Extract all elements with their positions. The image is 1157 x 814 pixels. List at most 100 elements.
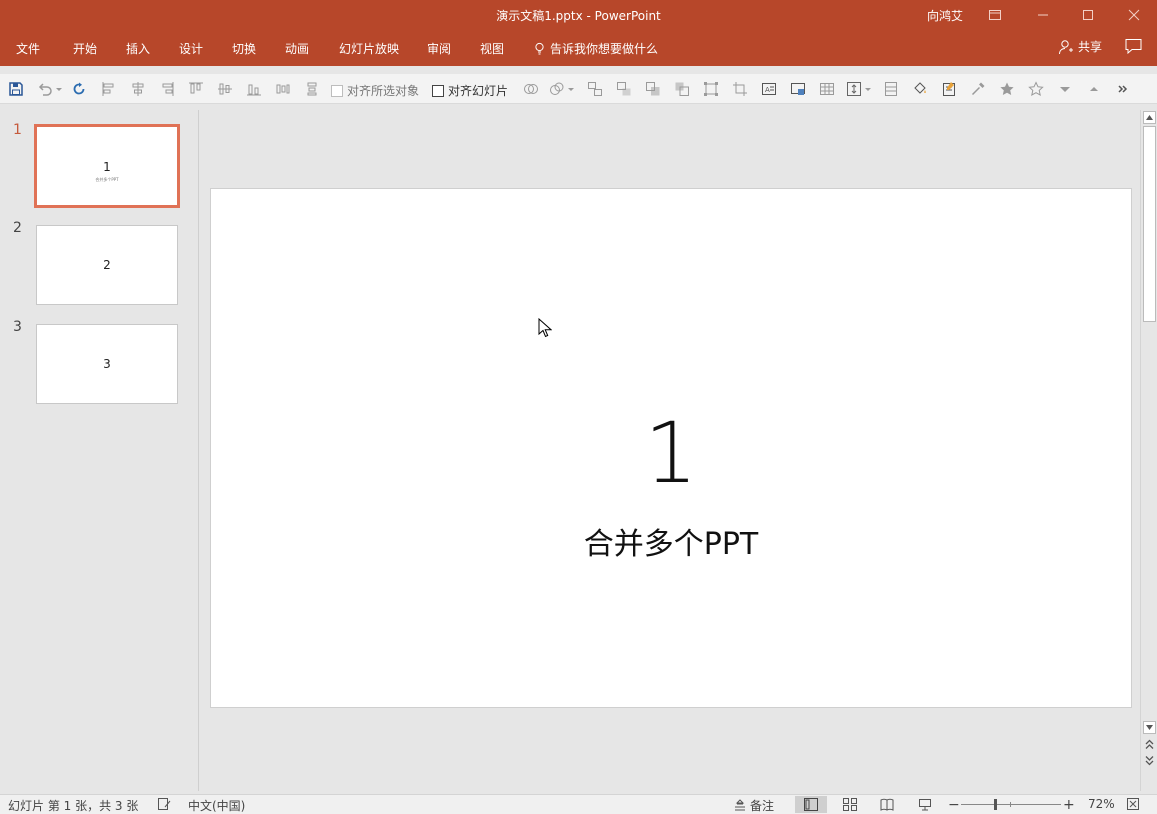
user-name[interactable]: 向鸿艾 (927, 7, 963, 24)
maximize-icon (1083, 10, 1093, 20)
slide-title-placeholder[interactable]: 1 (211, 411, 1131, 495)
scroll-down-button[interactable] (1143, 721, 1156, 734)
next-slide-button[interactable] (1144, 755, 1155, 766)
move-up-button[interactable] (1085, 80, 1103, 98)
bring-forward-icon (646, 82, 660, 96)
status-bar: 幻灯片 第 1 张，共 3 张 中文(中国) 备注 − + 72% (0, 794, 1157, 814)
slideshow-view-button[interactable] (909, 796, 941, 813)
person-icon (1059, 39, 1073, 54)
send-backward-button[interactable] (673, 80, 691, 98)
accessibility-check-button[interactable] (157, 797, 171, 811)
align-middle-button[interactable] (216, 80, 234, 98)
ribbon-display-options-button[interactable] (972, 0, 1018, 30)
maximize-button[interactable] (1065, 0, 1111, 30)
notes-page-button[interactable] (940, 80, 958, 98)
crop-button[interactable] (731, 80, 749, 98)
group-button[interactable] (586, 80, 604, 98)
notes-button[interactable]: 备注 (733, 797, 774, 814)
scroll-up-button[interactable] (1143, 111, 1156, 124)
align-top-button[interactable] (187, 80, 205, 98)
title-bar: 演示文稿1.pptx - PowerPoint 向鸿艾 (0, 0, 1157, 30)
zoom-slider-thumb[interactable] (993, 799, 997, 810)
tab-review[interactable]: 审阅 (427, 40, 451, 57)
bring-forward-button[interactable] (644, 80, 662, 98)
move-down-button[interactable] (1056, 80, 1074, 98)
insert-picture-button[interactable] (789, 80, 807, 98)
scroll-thumb[interactable] (1143, 126, 1156, 322)
tab-home[interactable]: 开始 (73, 40, 97, 57)
selection-pane-button[interactable] (702, 80, 720, 98)
align-selected-objects-checkbox[interactable]: 对齐所选对象 (331, 82, 419, 99)
align-left-button[interactable] (100, 80, 118, 98)
layout-button[interactable] (882, 80, 900, 98)
picture-icon (791, 83, 805, 95)
slide-thumbnail-1[interactable]: 1 合并多个PPT (34, 124, 180, 208)
slide-thumbnail-2[interactable]: 2 (36, 225, 178, 305)
share-label: 共享 (1078, 40, 1103, 54)
shape-fill-button[interactable] (911, 80, 929, 98)
presentation-icon (919, 799, 931, 811)
align-selected-objects-label: 对齐所选对象 (347, 84, 420, 98)
tell-me-search[interactable]: 告诉我你想要做什么 (533, 40, 658, 57)
shape-merge-button[interactable] (522, 80, 540, 98)
language-indicator[interactable]: 中文(中国) (188, 797, 245, 814)
distribute-horizontally-button[interactable] (274, 80, 292, 98)
tab-design[interactable]: 设计 (179, 40, 203, 57)
slide-canvas[interactable]: 1 合并多个PPT (210, 188, 1132, 708)
reading-view-button[interactable] (871, 796, 903, 813)
pane-divider[interactable] (198, 110, 199, 791)
favorite-outline-button[interactable] (1027, 80, 1045, 98)
align-bottom-button[interactable] (245, 80, 263, 98)
slide-thumbnails-pane: 1 1 合并多个PPT 2 2 3 3 (0, 110, 198, 791)
minimize-button[interactable] (1020, 0, 1066, 30)
align-center-button[interactable] (129, 80, 147, 98)
align-middle-icon (218, 83, 232, 95)
zoom-in-button[interactable]: + (1063, 797, 1075, 813)
size-dropdown[interactable] (863, 80, 873, 98)
table-button[interactable] (818, 80, 836, 98)
zoom-slider-track[interactable] (961, 802, 1061, 807)
redo-button[interactable] (70, 80, 88, 98)
close-button[interactable] (1111, 0, 1157, 30)
fit-slide-button[interactable] (1126, 797, 1140, 811)
undo-button[interactable] (36, 80, 54, 98)
save-button[interactable] (7, 80, 25, 98)
previous-slide-button[interactable] (1144, 739, 1155, 750)
comments-button[interactable] (1125, 38, 1142, 57)
tell-me-label: 告诉我你想要做什么 (550, 42, 659, 56)
tab-file[interactable]: 文件 (16, 40, 40, 57)
tab-transitions[interactable]: 切换 (232, 40, 256, 57)
eyedropper-button[interactable] (969, 80, 987, 98)
distribute-vertically-button[interactable] (303, 80, 321, 98)
slide-counter: 幻灯片 第 1 张，共 3 张 (8, 797, 138, 814)
undo-icon (38, 83, 52, 96)
tab-animations[interactable]: 动画 (285, 40, 309, 57)
ribbon-display-icon (989, 10, 1001, 20)
zoom-level[interactable]: 72% (1088, 797, 1115, 811)
zoom-center-tick (1010, 802, 1011, 807)
ungroup-button[interactable] (615, 80, 633, 98)
quick-access-toolbar: 对齐所选对象 对齐幻灯片 A (0, 74, 1157, 104)
tab-view[interactable]: 视图 (480, 40, 504, 57)
slide-sorter-view-button[interactable] (834, 796, 866, 813)
normal-view-button[interactable] (795, 796, 827, 813)
shape-intersect-button[interactable] (548, 80, 566, 98)
undo-dropdown[interactable] (54, 80, 64, 98)
favorite-filled-button[interactable] (998, 80, 1016, 98)
zoom-level-text: 72% (1088, 797, 1115, 811)
shape-dropdown[interactable] (566, 80, 576, 98)
tab-slideshow[interactable]: 幻灯片放映 (339, 40, 399, 57)
zoom-out-button[interactable]: − (948, 797, 960, 813)
slide-thumbnail-3[interactable]: 3 (36, 324, 178, 404)
more-commands-button[interactable] (1114, 80, 1132, 98)
vertical-scrollbar[interactable] (1140, 110, 1157, 791)
align-right-button[interactable] (158, 80, 176, 98)
align-to-slide-checkbox[interactable]: 对齐幻灯片 (432, 82, 508, 99)
slide-subtitle-placeholder[interactable]: 合并多个PPT (211, 519, 1131, 563)
comment-icon (1125, 39, 1142, 55)
size-button[interactable] (845, 80, 863, 98)
selection-frame-icon (704, 82, 718, 96)
text-box-button[interactable]: A (760, 80, 778, 98)
share-button[interactable]: 共享 (1058, 38, 1102, 55)
tab-insert[interactable]: 插入 (126, 40, 150, 57)
